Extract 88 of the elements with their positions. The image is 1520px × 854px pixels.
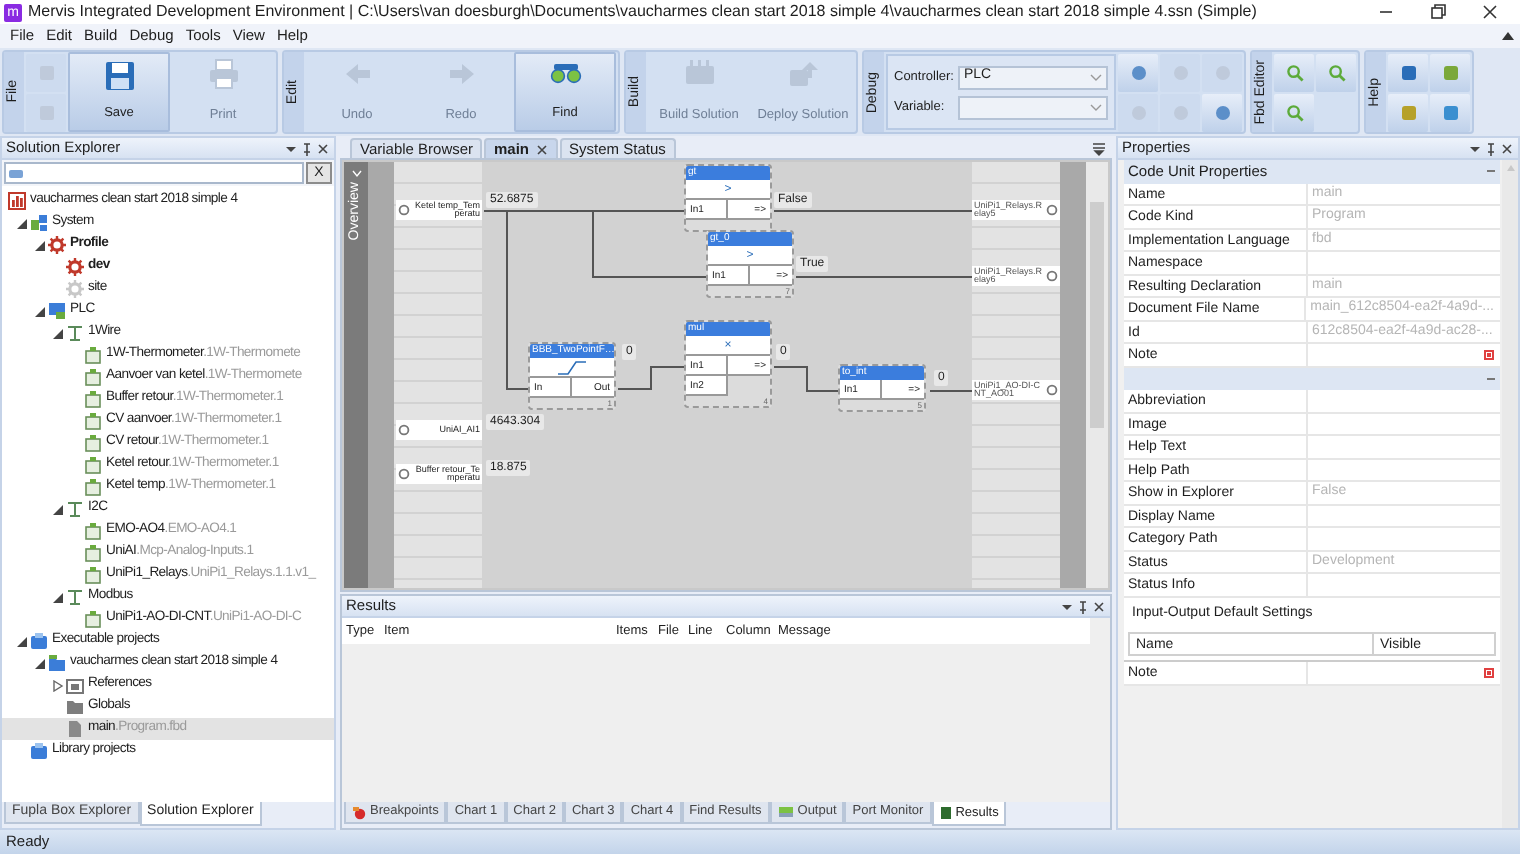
module-icon: [84, 478, 102, 496]
network-icon: [66, 500, 84, 518]
scrollbar[interactable]: [1502, 160, 1518, 828]
curve-icon: [556, 359, 588, 375]
gear-icon: [398, 424, 410, 436]
close-icon[interactable]: [1500, 141, 1514, 155]
box-icon: [66, 676, 84, 694]
bar-chart-icon: [8, 192, 26, 210]
expanded-arrow-icon[interactable]: [33, 305, 45, 317]
toolbar-button[interactable]: [1388, 53, 1428, 91]
toolbar-button[interactable]: [1202, 93, 1242, 131]
module-icon: [84, 522, 102, 540]
gear-icon: [1046, 204, 1058, 216]
expanded-arrow-icon[interactable]: [51, 327, 63, 339]
chevron-down-icon: [1090, 103, 1102, 111]
expanded-arrow-icon[interactable]: [51, 503, 63, 515]
expanded-arrow-icon[interactable]: [33, 657, 45, 669]
toolbar-button[interactable]: [1316, 53, 1356, 91]
breakpoint-icon: [352, 805, 366, 819]
note-icon[interactable]: [1484, 349, 1494, 360]
chevron-down-icon[interactable]: [351, 170, 361, 178]
collapsed-arrow-icon[interactable]: [51, 679, 63, 691]
magnifier-icon: [1327, 63, 1345, 81]
expanded-arrow-icon[interactable]: [15, 635, 27, 647]
network-icon: [66, 588, 84, 606]
module-icon: [84, 456, 102, 474]
search-field[interactable]: [4, 162, 304, 184]
minus-icon[interactable]: [1486, 373, 1496, 384]
module-icon: [84, 412, 102, 430]
toolbar-button[interactable]: [1274, 93, 1314, 131]
note-icon[interactable]: [1484, 667, 1494, 678]
results-icon: [939, 806, 952, 820]
toolbar-button[interactable]: [1118, 53, 1158, 91]
dropdown-icon[interactable]: [1468, 141, 1482, 155]
restore-icon[interactable]: [1428, 2, 1448, 22]
tab-list-icon[interactable]: [1092, 142, 1106, 156]
toolbar-button[interactable]: [1430, 93, 1470, 131]
output-icon: [777, 806, 794, 818]
gear-icon: [398, 468, 410, 480]
gear-icon: [398, 204, 410, 216]
toolbar-button[interactable]: [1274, 53, 1314, 91]
dot-icon: [1213, 103, 1231, 121]
module-icon: [84, 434, 102, 452]
toolbar-button[interactable]: [1388, 93, 1428, 131]
chip-icon: [683, 58, 715, 90]
module-icon: [84, 566, 102, 584]
pin-icon[interactable]: [1484, 141, 1498, 155]
window-title: Mervis Integrated Development Environment | C:\Users\van doesburgh\Documents\vaucharmes clean start 2018 simple 4\vaucharmes clean start 2018 simple 4.ssn (Simple): [28, 0, 1259, 24]
module-icon: [84, 390, 102, 408]
magnifier-icon: [1285, 63, 1303, 81]
close-icon[interactable]: [535, 143, 548, 155]
dropdown-icon[interactable]: [284, 141, 298, 155]
chevron-down-icon: [1090, 73, 1102, 81]
network-icon: [66, 324, 84, 342]
close-icon[interactable]: [1480, 2, 1500, 22]
gear-icon: [1046, 270, 1058, 282]
folder-icon: [48, 654, 66, 672]
left-arrow-icon: [341, 58, 373, 90]
dropdown-icon[interactable]: [1060, 599, 1074, 613]
blocks-icon: [30, 214, 48, 232]
toolbar-button[interactable]: [1430, 53, 1470, 91]
module-icon: [84, 346, 102, 364]
magnifier-icon: [1285, 103, 1303, 121]
upload-icon: [787, 58, 819, 90]
binoculars-icon: [547, 60, 583, 84]
package-icon: [30, 742, 48, 760]
right-arrow-icon: [445, 58, 477, 90]
package-icon: [30, 632, 48, 650]
filter-icon: [8, 167, 24, 179]
close-icon[interactable]: [316, 141, 330, 155]
module-icon: [84, 368, 102, 386]
module-icon: [84, 544, 102, 562]
minus-icon[interactable]: [1486, 166, 1496, 177]
scrollbar[interactable]: [1086, 162, 1108, 588]
gear-icon: [1046, 384, 1058, 396]
expanded-arrow-icon[interactable]: [33, 239, 45, 251]
wire: [929, 389, 971, 391]
printer-icon: [207, 58, 239, 90]
dot-icon: [1129, 63, 1147, 81]
module-icon: [84, 610, 102, 628]
expanded-arrow-icon[interactable]: [51, 591, 63, 603]
close-icon[interactable]: [1092, 599, 1106, 613]
collapse-ribbon-icon[interactable]: [1500, 28, 1516, 44]
pin-icon[interactable]: [1076, 599, 1090, 613]
pin-icon[interactable]: [300, 141, 314, 155]
scrollbar-thumb[interactable]: [1090, 202, 1104, 428]
document-icon: [66, 720, 84, 738]
expanded-arrow-icon[interactable]: [15, 217, 27, 229]
